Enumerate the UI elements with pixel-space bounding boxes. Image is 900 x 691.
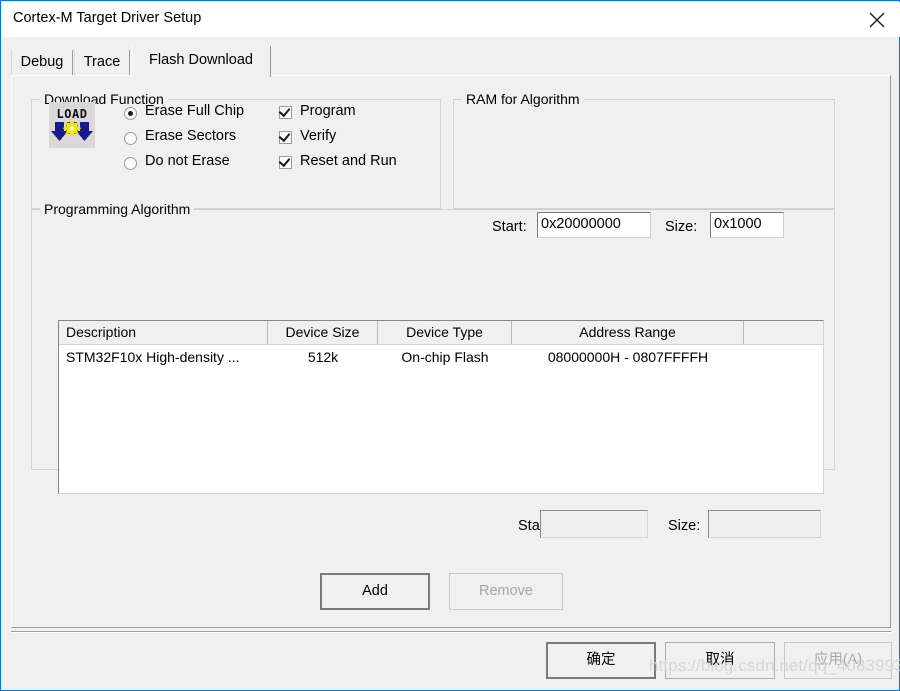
algorithm-start-input[interactable]	[540, 510, 648, 538]
remove-button[interactable]: Remove	[449, 573, 563, 610]
checkbox-label-reset-and-run: Reset and Run	[300, 153, 397, 169]
tab-trace[interactable]: Trace	[74, 50, 130, 76]
column-header-description[interactable]: Description	[59, 321, 268, 344]
checkbox-indicator-reset-and-run	[279, 156, 292, 169]
programming-algorithm-group-label: Programming Algorithm	[40, 201, 194, 217]
checkbox-indicator-program	[279, 106, 292, 119]
target-driver-setup-dialog: Cortex-M Target Driver Setup Debug Trace…	[0, 0, 900, 691]
cancel-button[interactable]: 取消	[665, 642, 775, 679]
cell-device-type: On-chip Flash	[378, 346, 512, 370]
column-header-address-range[interactable]: Address Range	[512, 321, 744, 344]
radio-indicator-do-not-erase	[124, 157, 137, 170]
radio-indicator-erase-full-chip	[124, 107, 137, 120]
cell-address-range: 08000000H - 0807FFFFH	[512, 346, 744, 370]
svg-text:LOAD: LOAD	[57, 107, 88, 121]
ok-button[interactable]: 确定	[546, 642, 656, 679]
column-header-device-type[interactable]: Device Type	[378, 321, 512, 344]
apply-button[interactable]: 应用(A)	[784, 642, 892, 679]
radio-label-erase-full-chip: Erase Full Chip	[145, 103, 244, 119]
flash-load-icon: LOAD	[49, 102, 95, 148]
checkbox-indicator-verify	[279, 131, 292, 144]
column-header-extra[interactable]	[744, 321, 824, 344]
table-row[interactable]: STM32F10x High-density ... 512k On-chip …	[59, 346, 823, 370]
radio-label-do-not-erase: Do not Erase	[145, 153, 230, 169]
add-button[interactable]: Add	[320, 573, 430, 610]
tabstrip: Debug Trace Flash Download	[11, 46, 891, 76]
checkbox-label-verify: Verify	[300, 128, 336, 144]
programming-algorithm-table[interactable]: Description Device Size Device Type Addr…	[58, 320, 824, 494]
checkbox-label-program: Program	[300, 103, 356, 119]
table-header-row: Description Device Size Device Type Addr…	[59, 321, 823, 345]
cell-description: STM32F10x High-density ...	[59, 346, 268, 370]
flash-download-panel: Download Function LOAD Erase Full Chip	[11, 75, 891, 628]
algorithm-size-label: Size:	[668, 518, 700, 534]
ram-for-algorithm-group-label: RAM for Algorithm	[462, 91, 584, 107]
window-title: Cortex-M Target Driver Setup	[13, 10, 201, 26]
footer-separator	[11, 631, 891, 633]
radio-indicator-erase-sectors	[124, 132, 137, 145]
column-header-device-size[interactable]: Device Size	[268, 321, 378, 344]
tab-debug[interactable]: Debug	[11, 50, 73, 76]
ram-for-algorithm-group: RAM for Algorithm	[453, 99, 835, 209]
cell-extra	[744, 346, 824, 370]
cell-device-size: 512k	[268, 346, 378, 370]
algorithm-size-input[interactable]	[708, 510, 821, 538]
close-icon[interactable]	[854, 2, 900, 36]
tab-flash-download[interactable]: Flash Download	[131, 46, 271, 77]
titlebar: Cortex-M Target Driver Setup	[2, 2, 900, 37]
radio-label-erase-sectors: Erase Sectors	[145, 128, 236, 144]
